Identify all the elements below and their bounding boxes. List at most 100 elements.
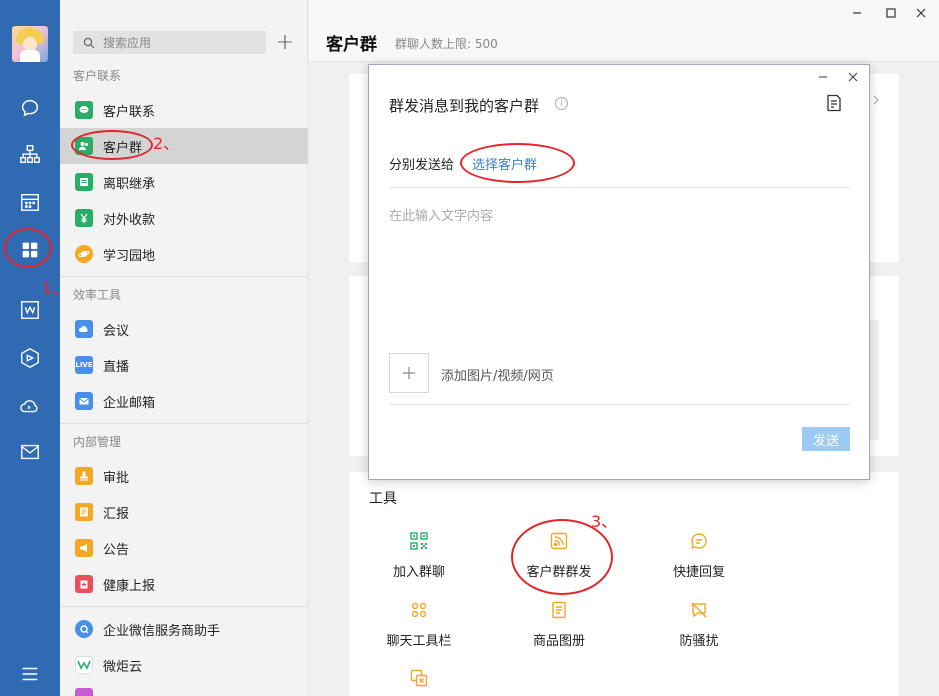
tool-chat-toolbar[interactable]: 聊天工具栏: [359, 600, 479, 649]
sidebar-item-label: 微炬云: [103, 659, 143, 675]
annotation-circle-select: [460, 143, 575, 183]
message-input[interactable]: [389, 205, 849, 345]
section-title: 客户联系: [73, 69, 122, 83]
planet-icon: [75, 245, 93, 263]
divider: [60, 276, 308, 277]
sidebar-item-label: 直播: [103, 359, 130, 375]
page-title: 客户群: [326, 35, 377, 55]
envelope-icon: [75, 392, 93, 410]
dialog-close-icon[interactable]: [845, 69, 861, 85]
navigation-rail: [0, 0, 60, 696]
minimize-icon[interactable]: [848, 4, 866, 22]
sidebar-item-label: 审批: [103, 470, 130, 486]
annotation-circle-step1: [4, 228, 52, 268]
tool-label: 防骚扰: [679, 634, 719, 649]
tool-anti-harassment[interactable]: 防骚扰: [639, 600, 759, 649]
tool-label: 聊天工具栏: [386, 634, 452, 649]
send-to-label: 分别发送给: [389, 158, 455, 173]
tool-product-catalog[interactable]: 商品图册: [499, 600, 619, 649]
stamp-icon: [75, 467, 93, 485]
sidebar-item-label: 客户联系: [103, 104, 156, 120]
sidebar-item-announcement[interactable]: 公告: [60, 530, 308, 566]
sidebar-item-service-assistant[interactable]: 企业微信服务商助手: [60, 611, 308, 647]
mail-icon[interactable]: [18, 440, 42, 464]
qrcode-icon: [409, 531, 429, 551]
maximize-icon[interactable]: [882, 4, 900, 22]
section-title: 效率工具: [73, 288, 122, 302]
sidebar-item-weiju-cloud[interactable]: 微炬云: [60, 647, 308, 683]
avatar[interactable]: [12, 26, 48, 62]
history-doc-icon[interactable]: [825, 94, 843, 112]
group-limit-text: 群聊人数上限: 500: [395, 37, 498, 51]
sidebar-item-meeting[interactable]: 会议: [60, 311, 308, 347]
cloud-phone-icon[interactable]: [18, 394, 42, 418]
org-chart-icon[interactable]: [18, 142, 42, 166]
add-media-button[interactable]: [389, 353, 429, 393]
annotation-step1: 1、: [42, 279, 69, 298]
chat-icon[interactable]: [18, 96, 42, 120]
sidebar-item-label: 企业微信服务商助手: [103, 623, 221, 639]
report-icon: [75, 503, 93, 521]
main-header: 客户群 群聊人数上限: 500: [309, 0, 939, 62]
calendar-icon[interactable]: [18, 190, 42, 214]
sidebar-item-label: 企业邮箱: [103, 395, 156, 411]
sidebar-item-label: 健康上报: [103, 578, 156, 594]
plus-icon: [403, 367, 415, 379]
sidebar-item-learning[interactable]: 学习园地: [60, 236, 308, 272]
close-icon[interactable]: [912, 4, 930, 22]
sidebar-item-approval[interactable]: 审批: [60, 458, 308, 494]
tool-label: 加入群聊: [392, 565, 445, 580]
list-icon: [75, 173, 93, 191]
info-icon[interactable]: i: [555, 97, 568, 110]
sidebar-item-external-payment[interactable]: 对外收款: [60, 200, 308, 236]
toolbar-icon: [409, 600, 429, 620]
search-icon: [83, 37, 95, 48]
sidebar-item-health-report[interactable]: 健康上报: [60, 566, 308, 602]
anti-harass-icon: [689, 600, 709, 620]
divider: [60, 423, 308, 424]
menu-icon[interactable]: [18, 662, 42, 686]
sidebar-item-enterprise-mail[interactable]: 企业邮箱: [60, 383, 308, 419]
section-title: 内部管理: [73, 435, 122, 449]
partial-app-icon: [75, 688, 93, 696]
dialog-title: 群发消息到我的客户群: [389, 97, 540, 115]
add-media-label[interactable]: 添加图片/视频/网页: [441, 365, 554, 384]
annotation-circle-step2: [71, 130, 153, 160]
app-sidebar: + 客户联系 客户联系 客户群 离职继承 对外收款 学习园地 效率工具: [60, 0, 308, 696]
send-button[interactable]: 发送: [802, 427, 850, 451]
sidebar-item-live[interactable]: LIVE 直播: [60, 347, 308, 383]
sidebar-item-label: 汇报: [103, 506, 130, 522]
cloud-meeting-icon: [75, 320, 93, 338]
sidebar-item-customer-contact[interactable]: 客户联系: [60, 92, 308, 128]
sidebar-item-label: 学习园地: [103, 248, 156, 264]
health-icon: [75, 575, 93, 593]
tools-title: 工具: [369, 491, 397, 507]
tool-quick-reply[interactable]: 快捷回复: [639, 531, 759, 580]
broadcast-dialog: 群发消息到我的客户群 i 分别发送给 选择客户群 添加图片/视频/网页 发送: [368, 64, 870, 480]
sidebar-item-report[interactable]: 汇报: [60, 494, 308, 530]
assistant-icon: [75, 620, 93, 638]
sidebar-item-label: 离职继承: [103, 176, 156, 192]
sidebar-item-label: 会议: [103, 323, 130, 339]
search-input[interactable]: [103, 35, 253, 50]
chevron-right-icon[interactable]: [872, 94, 880, 106]
catalog-icon: [549, 600, 569, 620]
weiju-logo-icon: [75, 656, 93, 674]
more-tools-icon[interactable]: [410, 669, 428, 691]
divider: [389, 187, 850, 188]
sidebar-item-label: 对外收款: [103, 212, 156, 228]
dialog-minimize-icon[interactable]: [815, 69, 831, 85]
quick-reply-icon: [689, 531, 709, 551]
tools-card: [349, 472, 899, 696]
add-app-button[interactable]: +: [274, 30, 296, 55]
tool-join-group[interactable]: 加入群聊: [359, 531, 479, 580]
search-box[interactable]: [73, 31, 266, 54]
document-icon[interactable]: [18, 298, 42, 322]
divider: [60, 606, 308, 607]
sidebar-item-resign-inherit[interactable]: 离职继承: [60, 164, 308, 200]
tool-label: 商品图册: [532, 634, 585, 649]
annotation-step2: 2、: [153, 134, 180, 153]
divider: [389, 404, 850, 405]
cube-icon[interactable]: [18, 346, 42, 370]
megaphone-icon: [75, 539, 93, 557]
